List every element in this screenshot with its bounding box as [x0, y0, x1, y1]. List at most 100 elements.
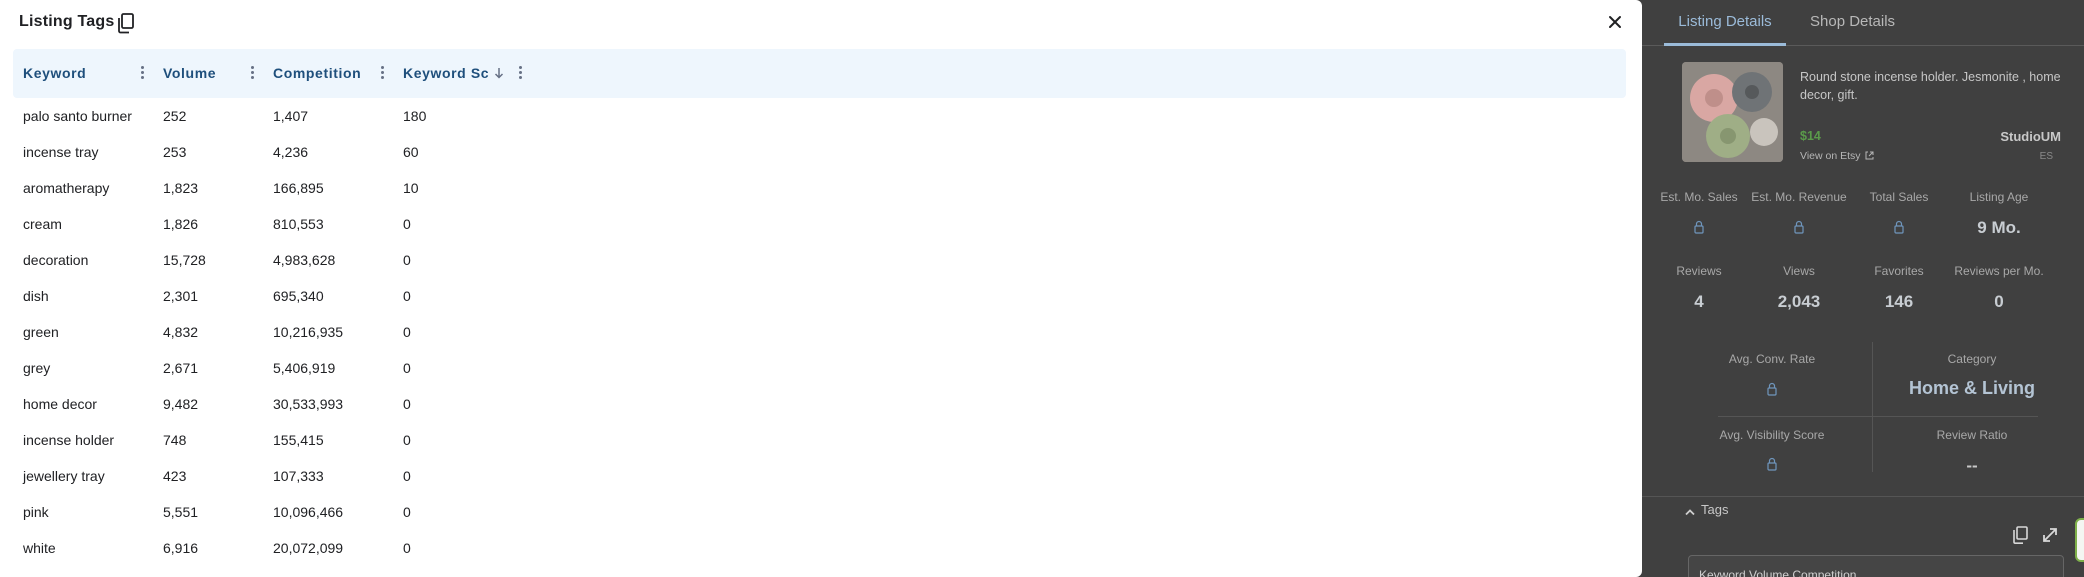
stat-label: Avg. Visibility Score [1719, 428, 1825, 442]
copy-icon[interactable] [2012, 525, 2030, 545]
table-row[interactable]: pink 5,551 10,096,466 0 [13, 494, 1626, 530]
stat-value: 146 [1884, 292, 1914, 311]
stat-label: Est. Mo. Revenue [1751, 190, 1847, 204]
column-header-competition[interactable]: Competition [273, 49, 361, 98]
table-row[interactable]: dish 2,301 695,340 0 [13, 278, 1626, 314]
listing-tags-modal: Listing Tags Keyword Volume Competition … [0, 0, 1642, 577]
review-ratio-value: -- [1966, 456, 1978, 475]
stat-label: Views [1783, 264, 1815, 278]
lock-icon [1694, 220, 1704, 234]
competition-cell: 695,340 [273, 288, 324, 304]
stat-label: Avg. Conv. Rate [1728, 352, 1816, 366]
stat-label: Total Sales [1869, 190, 1929, 204]
volume-cell: 253 [163, 144, 187, 160]
tab-shop-details[interactable]: Shop Details [1810, 0, 1895, 46]
stat-label: Listing Age [1969, 190, 2029, 204]
column-menu-icon[interactable] [379, 66, 385, 80]
column-menu-icon[interactable] [139, 66, 145, 80]
volume-cell: 9,482 [163, 396, 199, 412]
stat-value: 0 [1994, 292, 2004, 311]
tags-table-preview-header: Keyword Volume Competition [1699, 568, 1857, 577]
stat-value: 2,043 [1777, 292, 1821, 311]
table-row[interactable]: white 6,916 20,072,099 0 [13, 530, 1626, 566]
keyword-score-cell: 0 [403, 396, 411, 412]
lock-icon [1767, 382, 1777, 396]
stat-value: 9 Mo. [1977, 218, 2021, 237]
shop-name[interactable]: StudioUM [2000, 129, 2061, 144]
tags-table-preview: Keyword Volume Competition [1688, 555, 2064, 577]
close-icon[interactable] [1604, 11, 1626, 33]
competition-cell: 10,216,935 [273, 324, 344, 340]
table-row[interactable]: palo santo burner 252 1,407 180 [13, 98, 1626, 134]
stat-label: Category [1947, 352, 1997, 366]
table-row[interactable]: green 4,832 10,216,935 0 [13, 314, 1626, 350]
stat-label: Review Ratio [1936, 428, 2008, 442]
product-price: $14 [1800, 129, 1821, 143]
lock-icon [1767, 457, 1777, 471]
table-row[interactable]: aromatherapy 1,823 166,895 10 [13, 170, 1626, 206]
product-description: Round stone incense holder. Jesmonite , … [1800, 70, 2061, 102]
volume-cell: 15,728 [163, 252, 206, 268]
tab-listing-details[interactable]: Listing Details [1664, 0, 1786, 46]
column-header-keyword[interactable]: Keyword [23, 49, 86, 98]
volume-cell: 2,301 [163, 288, 199, 304]
column-header-volume[interactable]: Volume [163, 49, 216, 98]
divider [1718, 416, 2038, 417]
keyword-score-cell: 0 [403, 504, 411, 520]
panel-tabs: Listing Details Shop Details [1642, 0, 2084, 46]
product-image [1682, 62, 1783, 162]
column-menu-icon[interactable] [517, 66, 523, 80]
keyword-score-cell: 0 [403, 540, 411, 556]
competition-cell: 107,333 [273, 468, 324, 484]
table-row[interactable]: jewellery tray 423 107,333 0 [13, 458, 1626, 494]
keyword-score-cell: 0 [403, 252, 411, 268]
keyword-score-cell: 0 [403, 360, 411, 376]
stat-label: Favorites [1874, 264, 1924, 278]
keyword-cell: decoration [23, 252, 89, 268]
expand-icon[interactable] [2041, 526, 2059, 544]
keyword-cell: palo santo burner [23, 108, 132, 124]
competition-cell: 166,895 [273, 180, 324, 196]
keyword-cell: white [23, 540, 56, 556]
keyword-cell: grey [23, 360, 51, 376]
column-menu-icon[interactable] [249, 66, 255, 80]
sort-down-icon[interactable] [493, 66, 505, 80]
shop-country: ES [2039, 151, 2053, 162]
volume-cell: 252 [163, 108, 187, 124]
table-row[interactable]: home decor 9,482 30,533,993 0 [13, 386, 1626, 422]
table-row[interactable]: incense holder 748 155,415 0 [13, 422, 1626, 458]
keyword-cell: aromatherapy [23, 180, 110, 196]
keyword-cell: cream [23, 216, 62, 232]
copy-icon[interactable] [116, 12, 136, 34]
competition-cell: 10,096,466 [273, 504, 344, 520]
volume-cell: 6,916 [163, 540, 199, 556]
competition-cell: 810,553 [273, 216, 324, 232]
keyword-cell: pink [23, 504, 49, 520]
keyword-score-cell: 0 [403, 216, 411, 232]
tags-label: Tags [1701, 502, 1729, 517]
keyword-score-cell: 60 [403, 144, 419, 160]
table-row[interactable]: incense tray 253 4,236 60 [13, 134, 1626, 170]
keyword-score-cell: 0 [403, 468, 411, 484]
keyword-score-cell: 10 [403, 180, 419, 196]
volume-cell: 2,671 [163, 360, 199, 376]
volume-cell: 748 [163, 432, 187, 448]
floating-extension-widget[interactable] [2075, 518, 2084, 562]
chevron-up-icon[interactable] [1684, 507, 1696, 517]
competition-cell: 30,533,993 [273, 396, 344, 412]
keyword-cell: green [23, 324, 59, 340]
lock-icon [1894, 220, 1904, 234]
view-on-etsy-link[interactable]: View on Etsy [1800, 150, 1874, 162]
competition-cell: 20,072,099 [273, 540, 344, 556]
table-row[interactable]: decoration 15,728 4,983,628 0 [13, 242, 1626, 278]
modal-header: Listing Tags [0, 0, 1642, 46]
volume-cell: 4,832 [163, 324, 199, 340]
keyword-cell: incense tray [23, 144, 99, 160]
table-row[interactable]: grey 2,671 5,406,919 0 [13, 350, 1626, 386]
modal-title: Listing Tags [19, 13, 115, 30]
stat-label: Est. Mo. Sales [1660, 190, 1738, 204]
lock-icon [1794, 220, 1804, 234]
volume-cell: 423 [163, 468, 187, 484]
column-header-keyword-score[interactable]: Keyword Sc [403, 49, 489, 98]
table-row[interactable]: cream 1,826 810,553 0 [13, 206, 1626, 242]
